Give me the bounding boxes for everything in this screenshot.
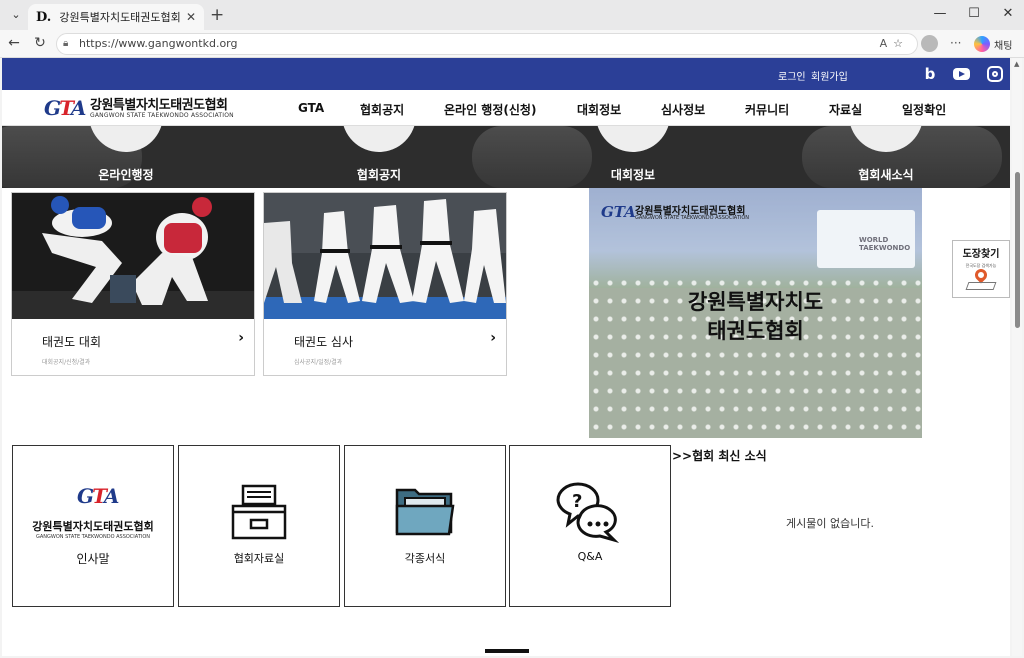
nav-item-community[interactable]: 커뮤니티 xyxy=(745,101,789,118)
page-scrollbar[interactable]: ▲ xyxy=(1012,58,1022,656)
url-field[interactable]: 🔒︎ https://www.gangwontkd.org A☆ xyxy=(56,33,918,55)
nav-item-notice[interactable]: 협회공지 xyxy=(360,101,404,118)
hero-quick-menu: 온라인행정 협회공지 대회정보 협회새소식 xyxy=(2,126,1010,188)
browser-titlebar: ⌄ D. 강원특별자치도태권도협회 ✕ + — ☐ ✕ xyxy=(0,0,1024,30)
logo-english-name: GANGWON STATE TAEKWONDO ASSOCIATION xyxy=(90,112,234,119)
maximize-button[interactable]: ☐ xyxy=(964,6,984,21)
poster-logo: GTA 강원특별자치도태권도협회 GANGWON STATE TAEKWONDO… xyxy=(601,202,749,221)
map-icon xyxy=(965,282,997,290)
quick-logo-korean: 강원특별자치도태권도협회 xyxy=(32,520,154,533)
nav-item-competition[interactable]: 대회정보 xyxy=(577,101,621,118)
scroll-up-icon[interactable]: ▲ xyxy=(1014,60,1019,68)
read-aloud-favorite-icons[interactable]: A☆ xyxy=(880,34,909,54)
competition-photo xyxy=(12,193,254,319)
poster-headline-line2: 태권도협회 xyxy=(707,319,804,343)
refresh-button[interactable]: ↻ xyxy=(30,35,50,51)
blog-icon[interactable]: b xyxy=(922,66,938,82)
new-tab-button[interactable]: + xyxy=(210,5,224,25)
promotion-card[interactable]: 태권도 심사 › 심사공지/일정/결과 xyxy=(263,192,507,376)
top-utility-bar: 로그인 회원가입 b xyxy=(2,58,1010,90)
poster-headline-line1: 강원특별자치도 xyxy=(687,290,824,314)
quick-link-forms-label: 각종서식 xyxy=(404,552,446,565)
close-window-button[interactable]: ✕ xyxy=(998,6,1018,21)
promotion-card-title: 태권도 심사 xyxy=(294,335,354,349)
competition-card-subtitle: 대회공지/신청/결과 xyxy=(42,359,91,366)
competition-icon[interactable] xyxy=(596,126,670,152)
latest-news-empty-message: 게시물이 없습니다. xyxy=(786,517,874,530)
quick-link-forms[interactable]: 각종서식 xyxy=(344,445,506,607)
map-pin-icon xyxy=(972,266,990,284)
logo-korean-name: 강원특별자치도태권도협회 xyxy=(90,98,228,113)
site-info-icon[interactable]: 🔒︎ xyxy=(63,34,68,54)
file-cabinet-icon xyxy=(231,484,287,540)
qna-chat-icon: ? xyxy=(556,482,620,544)
signup-link[interactable]: 회원가입 xyxy=(811,68,848,83)
gta-logo-icon: GTA xyxy=(44,96,86,120)
find-dojang-title: 도장찾기 xyxy=(962,249,1000,260)
association-poster: WORLD TAEKWONDO GTA 강원특별자치도태권도협회 GANGWON… xyxy=(589,188,922,438)
notice-icon[interactable] xyxy=(342,126,416,152)
tab-actions-menu-button[interactable]: ⌄ xyxy=(6,5,26,25)
browser-tab[interactable]: D. 강원특별자치도태권도협회 ✕ xyxy=(28,4,204,30)
promotion-card-subtitle: 심사공지/일정/결과 xyxy=(294,359,343,366)
latest-news-heading: >>협회 최신 소식 xyxy=(672,449,767,463)
site-logo[interactable]: GTA 강원특별자치도태권도협회 GANGWON STATE TAEKWONDO… xyxy=(44,94,234,122)
instagram-icon[interactable] xyxy=(987,66,1003,82)
poster-logo-english: GANGWON STATE TAEKWONDO ASSOCIATION xyxy=(635,215,750,221)
quick-link-archive[interactable]: 협회자료실 xyxy=(178,445,340,607)
hero-label-news[interactable]: 협회새소식 xyxy=(826,166,946,183)
gta-logo-icon: GTA xyxy=(601,203,636,221)
nav-item-online-admin[interactable]: 온라인 행정(신청) xyxy=(444,101,536,118)
more-icon[interactable]: ··· xyxy=(950,36,961,50)
copilot-icon[interactable] xyxy=(974,36,990,52)
copilot-label[interactable]: 채팅 xyxy=(994,37,1012,52)
find-dojang-button[interactable]: 도장찾기 전국도장 검색가능 xyxy=(952,240,1010,298)
quick-link-greeting[interactable]: GTA 강원특별자치도태권도협회 GANGWON STATE TAEKWONDO… xyxy=(12,445,174,607)
hero-label-notice[interactable]: 협회공지 xyxy=(319,166,439,183)
youtube-icon[interactable] xyxy=(953,68,970,80)
svg-text:?: ? xyxy=(572,491,582,512)
site-header: GTA 강원특별자치도태권도협회 GANGWON STATE TAEKWONDO… xyxy=(2,90,1010,126)
hero-label-competition[interactable]: 대회정보 xyxy=(573,166,693,183)
nav-item-promotion[interactable]: 심사정보 xyxy=(661,101,705,118)
page-viewport: 로그인 회원가입 b GTA 강원특별자치도태권도협회 GANGWON STAT… xyxy=(2,58,1010,656)
profile-avatar[interactable] xyxy=(921,35,938,52)
quick-logo-english: GANGWON STATE TAEKWONDO ASSOCIATION xyxy=(35,534,151,540)
poster-headline: 강원특별자치도 태권도협회 xyxy=(589,288,922,346)
chevron-right-icon: › xyxy=(238,330,244,346)
chevron-right-icon: › xyxy=(490,330,496,346)
url-text: https://www.gangwontkd.org xyxy=(79,37,238,50)
folder-icon xyxy=(395,488,455,536)
close-tab-icon[interactable]: ✕ xyxy=(186,10,196,24)
minimize-button[interactable]: — xyxy=(930,6,950,21)
promotion-photo xyxy=(264,193,506,319)
tab-title: 강원특별자치도태권도협회 xyxy=(59,11,181,24)
scrollbar-thumb[interactable] xyxy=(1015,172,1020,328)
quick-link-qna[interactable]: ? Q&A xyxy=(509,445,671,607)
quick-link-greeting-label: 인사말 xyxy=(76,552,110,566)
scroll-indicator xyxy=(485,649,529,653)
back-button[interactable]: ← xyxy=(4,35,24,51)
favicon-icon: D. xyxy=(36,9,52,25)
address-bar-row: ← ↻ 🔒︎ https://www.gangwontkd.org A☆ ··· xyxy=(0,30,1024,58)
hero-label-online-admin[interactable]: 온라인행정 xyxy=(66,166,186,183)
nav-item-schedule[interactable]: 일정확인 xyxy=(902,101,946,118)
competition-card[interactable]: 태권도 대회 › 대회공지/신청/결과 xyxy=(11,192,255,376)
quick-link-archive-label: 협회자료실 xyxy=(233,552,285,565)
gta-logo-icon: GTA xyxy=(77,484,119,508)
quick-link-qna-label: Q&A xyxy=(577,550,603,563)
nav-item-archive[interactable]: 자료실 xyxy=(829,101,862,118)
login-link[interactable]: 로그인 xyxy=(778,68,806,83)
competition-card-title: 태권도 대회 xyxy=(42,335,102,349)
nav-item-gta[interactable]: GTA xyxy=(298,101,324,115)
